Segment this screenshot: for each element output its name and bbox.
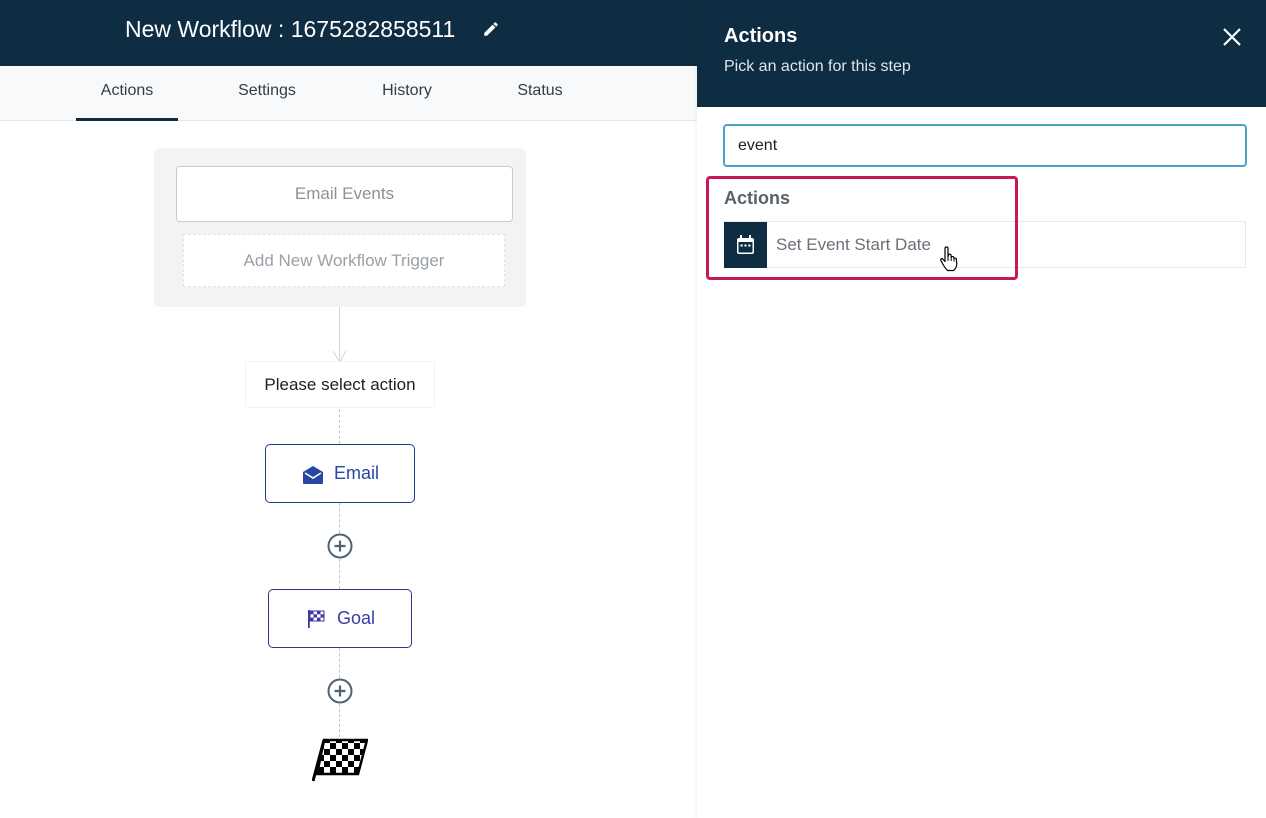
trigger-panel: Email Events Add New Workflow Trigger xyxy=(154,148,526,307)
connector-line xyxy=(339,503,340,533)
drawer-title: Actions xyxy=(724,25,798,47)
trigger-email-events[interactable]: Email Events xyxy=(176,166,513,222)
workflow-editor: New Workflow : 1675282858511 Actions Set… xyxy=(0,0,1266,818)
finish-flag-icon xyxy=(312,738,368,782)
connector-line xyxy=(339,648,340,678)
workflow-header: New Workflow : 1675282858511 xyxy=(0,0,697,66)
pencil-icon[interactable] xyxy=(482,20,500,38)
action-result-label: Set Event Start Date xyxy=(776,235,931,254)
action-result-set-event-start-date[interactable]: Set Event Start Date xyxy=(724,221,1246,268)
tab-settings[interactable]: Settings xyxy=(216,66,318,121)
plus-circle-icon[interactable] xyxy=(327,678,353,704)
goal-step-label: Goal xyxy=(337,608,376,628)
goal-step-node[interactable]: Goal xyxy=(268,589,412,648)
result-icon-box xyxy=(724,222,767,268)
envelope-open-icon xyxy=(303,466,323,484)
checkered-flag-icon xyxy=(308,610,325,628)
select-action-step[interactable]: Please select action xyxy=(245,361,435,408)
tab-status[interactable]: Status xyxy=(489,66,591,121)
calendar-icon xyxy=(737,235,754,254)
workflow-title: New Workflow : 1675282858511 xyxy=(125,16,456,42)
tab-history[interactable]: History xyxy=(356,66,458,121)
drawer-subtitle: Pick an action for this step xyxy=(724,58,911,75)
close-icon[interactable] xyxy=(1222,27,1242,47)
email-step-node[interactable]: Email xyxy=(265,444,415,503)
drawer-header: Actions Pick an action for this step xyxy=(697,0,1266,107)
plus-circle-icon[interactable] xyxy=(327,533,353,559)
connector-line xyxy=(339,704,340,737)
connector-line xyxy=(339,409,340,444)
email-step-label: Email xyxy=(334,463,380,483)
action-search-input[interactable] xyxy=(723,124,1247,167)
tab-bar: Actions Settings History Status xyxy=(0,66,697,121)
connector-line xyxy=(339,559,340,589)
tab-actions[interactable]: Actions xyxy=(76,66,178,121)
actions-drawer: Actions Pick an action for this step Act… xyxy=(697,0,1266,818)
results-heading: Actions xyxy=(724,188,791,208)
add-trigger-button[interactable]: Add New Workflow Trigger xyxy=(183,234,505,287)
